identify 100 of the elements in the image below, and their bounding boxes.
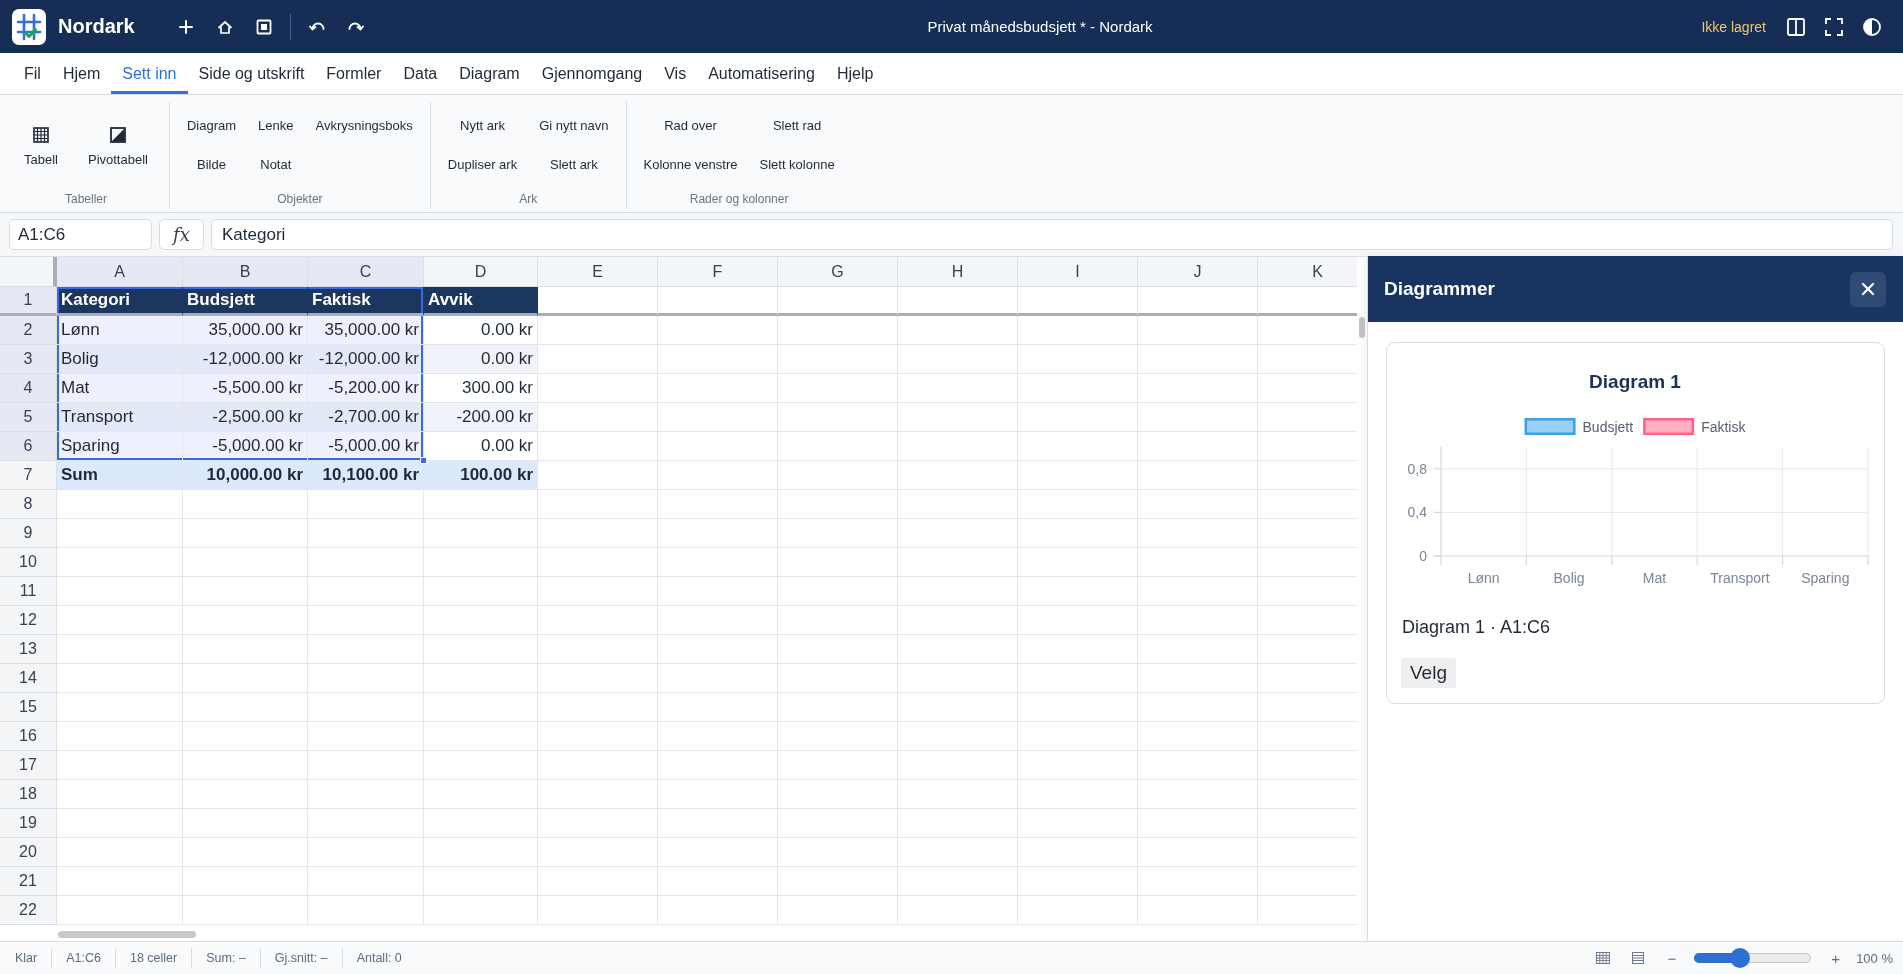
ribbon-button[interactable]: Pivottabell: [75, 109, 160, 180]
ribbon-button[interactable]: Slett kolonne: [751, 148, 843, 180]
zoom-out-button[interactable]: −: [1665, 949, 1679, 967]
ribbon-button[interactable]: Lenke: [250, 109, 302, 141]
table-cell[interactable]: -5,000.00 kr: [183, 432, 308, 461]
row-header[interactable]: 4: [0, 374, 57, 403]
ribbon-button[interactable]: Avkrysningsboks: [307, 109, 421, 141]
column-header[interactable]: I: [1018, 257, 1138, 287]
row-header[interactable]: 3: [0, 345, 57, 374]
row-header[interactable]: 16: [0, 722, 57, 751]
row-header[interactable]: 19: [0, 809, 57, 838]
row-header[interactable]: 5: [0, 403, 57, 432]
contrast-icon[interactable]: [1863, 17, 1881, 36]
column-header[interactable]: F: [658, 257, 778, 287]
column-header[interactable]: D: [424, 257, 538, 287]
table-cell[interactable]: 0.00 kr: [424, 316, 538, 345]
table-cell[interactable]: Sparing: [57, 432, 183, 461]
function-button[interactable]: fx: [159, 219, 204, 250]
table-cell[interactable]: -5,000.00 kr: [308, 432, 424, 461]
table-cell[interactable]: -12,000.00 kr: [308, 345, 424, 374]
ribbon-button[interactable]: Notat: [250, 148, 302, 180]
ribbon-button[interactable]: Kolonne venstre: [635, 148, 746, 180]
fill-handle[interactable]: [420, 457, 427, 464]
ribbon-button[interactable]: Nytt ark: [439, 109, 526, 141]
ribbon-button[interactable]: Rad over: [635, 109, 746, 141]
row-header[interactable]: 13: [0, 635, 57, 664]
row-header[interactable]: 20: [0, 838, 57, 867]
menu-tab[interactable]: Side og utskrift: [187, 53, 316, 94]
column-header[interactable]: J: [1138, 257, 1258, 287]
slider-thumb[interactable]: [1730, 948, 1751, 968]
menu-tab[interactable]: Data: [392, 53, 449, 94]
table-cell[interactable]: -5,500.00 kr: [183, 374, 308, 403]
menu-tab[interactable]: Automatisering: [697, 53, 826, 94]
name-box[interactable]: A1:C6: [9, 219, 152, 250]
row-header[interactable]: 10: [0, 548, 57, 577]
column-header[interactable]: K: [1258, 257, 1357, 287]
row-header[interactable]: 21: [0, 867, 57, 896]
grid-icon[interactable]: [1595, 952, 1610, 964]
column-header[interactable]: A: [57, 257, 183, 287]
fullscreen-icon[interactable]: [1825, 17, 1843, 36]
menu-tab[interactable]: Fil: [13, 53, 52, 94]
table-cell[interactable]: -2,500.00 kr: [183, 403, 308, 432]
table-cell[interactable]: -2,700.00 kr: [308, 403, 424, 432]
table-cell[interactable]: Avvik: [424, 287, 538, 316]
ribbon-button[interactable]: Slett ark: [531, 148, 617, 180]
table-cell[interactable]: Mat: [57, 374, 183, 403]
table-cell[interactable]: Bolig: [57, 345, 183, 374]
ribbon-button[interactable]: Gi nytt navn: [531, 109, 617, 141]
zoom-slider[interactable]: [1694, 948, 1812, 968]
table-cell[interactable]: 0.00 kr: [424, 432, 538, 461]
table-cell[interactable]: 10,100.00 kr: [308, 461, 424, 490]
row-header[interactable]: 2: [0, 316, 57, 345]
select-button[interactable]: Velg: [1401, 658, 1456, 688]
column-header[interactable]: E: [538, 257, 658, 287]
square-icon[interactable]: [255, 18, 272, 35]
row-header[interactable]: 17: [0, 751, 57, 780]
formula-input[interactable]: Kategori: [211, 219, 1893, 250]
table-cell[interactable]: -12,000.00 kr: [183, 345, 308, 374]
ribbon-button[interactable]: Bilde: [178, 148, 245, 180]
row-header[interactable]: 15: [0, 693, 57, 722]
table-cell[interactable]: -5,200.00 kr: [308, 374, 424, 403]
ribbon-button[interactable]: Diagram: [178, 109, 245, 141]
table-cell[interactable]: 100.00 kr: [424, 461, 538, 490]
menu-tab[interactable]: Diagram: [448, 53, 531, 94]
menu-tab[interactable]: Gjennomgang: [530, 53, 654, 94]
zoom-in-button[interactable]: +: [1829, 949, 1843, 967]
row-header[interactable]: 12: [0, 606, 57, 635]
ribbon-button[interactable]: Tabell: [12, 109, 70, 180]
column-header[interactable]: B: [183, 257, 308, 287]
menu-tab[interactable]: Hjem: [51, 53, 112, 94]
plus-icon[interactable]: [177, 18, 194, 35]
table-cell[interactable]: Lønn: [57, 316, 183, 345]
table-cell[interactable]: Budsjett: [183, 287, 308, 316]
table-cell[interactable]: 300.00 kr: [424, 374, 538, 403]
columns-icon[interactable]: [1787, 17, 1805, 36]
column-header[interactable]: G: [778, 257, 898, 287]
ribbon-button[interactable]: Slett rad: [751, 109, 843, 141]
table-cell[interactable]: Kategori: [57, 287, 183, 316]
close-button[interactable]: [1850, 271, 1886, 307]
table-cell[interactable]: 10,000.00 kr: [183, 461, 308, 490]
vertical-scrollbar[interactable]: [1359, 317, 1365, 338]
table-cell[interactable]: 35,000.00 kr: [308, 316, 424, 345]
home-icon[interactable]: [216, 18, 233, 35]
table-cell[interactable]: Faktisk: [308, 287, 424, 316]
row-header[interactable]: 14: [0, 664, 57, 693]
row-header[interactable]: 9: [0, 519, 57, 548]
menu-tab[interactable]: Vis: [653, 53, 698, 94]
row-header[interactable]: 22: [0, 896, 57, 925]
menu-tab[interactable]: Hjelp: [825, 53, 885, 94]
row-header[interactable]: 6: [0, 432, 57, 461]
row-header[interactable]: 8: [0, 490, 57, 519]
ribbon-button[interactable]: Dupliser ark: [439, 148, 526, 180]
row-header[interactable]: 18: [0, 780, 57, 809]
horizontal-scrollbar[interactable]: [58, 931, 196, 938]
table-cell[interactable]: Transport: [57, 403, 183, 432]
column-header[interactable]: C: [308, 257, 424, 287]
table-cell[interactable]: -200.00 kr: [424, 403, 538, 432]
menu-tab[interactable]: Formler: [315, 53, 393, 94]
table-cell[interactable]: 35,000.00 kr: [183, 316, 308, 345]
select-all-corner[interactable]: [0, 257, 57, 287]
